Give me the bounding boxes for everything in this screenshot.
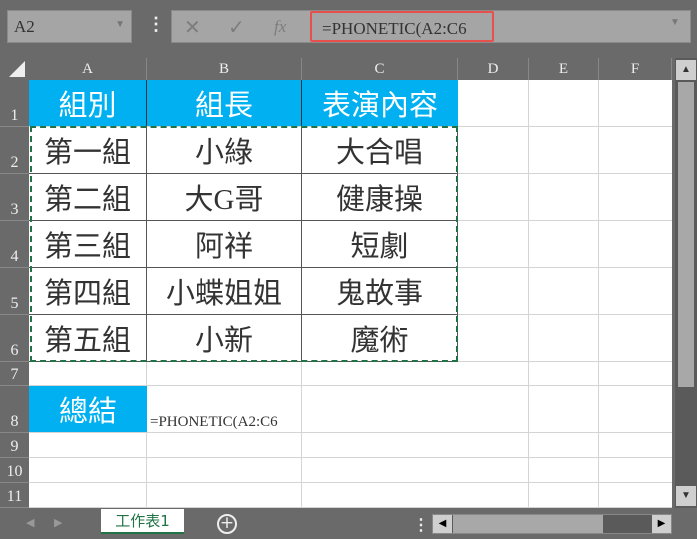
cell-b8[interactable]: =PHONETIC(A2:C6 [147, 386, 302, 433]
gridline [146, 361, 147, 508]
chevron-down-icon[interactable]: ▼ [115, 19, 125, 30]
column-e[interactable] [529, 80, 599, 508]
cell-a2[interactable]: 第一組 [29, 127, 147, 174]
scroll-left-icon[interactable]: ◀ [433, 515, 452, 533]
insert-function-icon[interactable]: fx [274, 17, 286, 37]
column-header-a[interactable]: A [29, 58, 147, 80]
cell-c6[interactable]: 魔術 [302, 315, 458, 362]
prev-sheet-icon[interactable]: ◀ [26, 516, 34, 529]
cell-b1[interactable]: 組長 [147, 80, 302, 127]
expand-formula-bar-icon[interactable]: ▼ [670, 17, 680, 28]
row-header-8[interactable]: 8 [0, 386, 29, 433]
cell-c1[interactable]: 表演內容 [302, 80, 458, 127]
cell-a1[interactable]: 組別 [29, 80, 147, 127]
more-options-icon[interactable]: ⋮ [147, 14, 165, 35]
cell-a4[interactable]: 第三組 [29, 221, 147, 268]
row-header-2[interactable]: 2 [0, 127, 29, 174]
scroll-up-icon[interactable]: ▲ [676, 60, 696, 80]
gridline [29, 482, 672, 483]
worksheet-grid[interactable]: 組別 組長 表演內容 第一組 小綠 大合唱 第二組 大G哥 健康操 第三組 阿祥… [29, 80, 672, 508]
row-header-9[interactable]: 9 [0, 433, 29, 458]
row-header-5[interactable]: 5 [0, 268, 29, 315]
add-sheet-button[interactable]: + [217, 514, 237, 534]
cell-b3[interactable]: 大G哥 [147, 174, 302, 221]
cancel-icon[interactable]: ✕ [184, 15, 201, 40]
formula-input[interactable]: =PHONETIC(A2:C6 [310, 11, 494, 42]
gridline [29, 457, 672, 458]
row-header-7[interactable]: 7 [0, 362, 29, 386]
cell-b2[interactable]: 小綠 [147, 127, 302, 174]
column-header-e[interactable]: E [529, 58, 599, 80]
row-header-6[interactable]: 6 [0, 315, 29, 362]
horizontal-scroll-thumb[interactable] [453, 515, 603, 533]
scroll-down-icon[interactable]: ▼ [676, 486, 696, 506]
gridline [301, 361, 302, 508]
cell-c4[interactable]: 短劇 [302, 221, 458, 268]
sheet-tab[interactable]: 工作表1 [101, 509, 184, 534]
row-header-10[interactable]: 10 [0, 458, 29, 483]
cell-b6[interactable]: 小新 [147, 315, 302, 362]
row-header-3[interactable]: 3 [0, 174, 29, 221]
cell-c5[interactable]: 鬼故事 [302, 268, 458, 315]
cell-b5[interactable]: 小蝶姐姐 [147, 268, 302, 315]
row-header-1[interactable]: 1 [0, 80, 29, 127]
column-d[interactable] [458, 80, 529, 508]
select-all-button[interactable] [0, 58, 29, 80]
scroll-right-icon[interactable]: ▶ [652, 515, 671, 533]
enter-icon[interactable]: ✓ [228, 15, 245, 40]
cell-b4[interactable]: 阿祥 [147, 221, 302, 268]
cell-a6[interactable]: 第五組 [29, 315, 147, 362]
column-header-f[interactable]: F [599, 58, 672, 80]
cell-a8[interactable]: 總結 [29, 386, 147, 433]
column-f[interactable] [599, 80, 672, 508]
column-header-c[interactable]: C [302, 58, 458, 80]
row-header-11[interactable]: 11 [0, 483, 29, 508]
name-box-value: A2 [14, 17, 35, 36]
cell-a5[interactable]: 第四組 [29, 268, 147, 315]
cell-c2[interactable]: 大合唱 [302, 127, 458, 174]
column-header-d[interactable]: D [458, 58, 529, 80]
next-sheet-icon[interactable]: ▶ [54, 516, 62, 529]
vertical-scroll-thumb[interactable] [678, 82, 694, 387]
cell-c3[interactable]: 健康操 [302, 174, 458, 221]
row-header-4[interactable]: 4 [0, 221, 29, 268]
more-options-icon[interactable]: ⋮ [413, 515, 429, 535]
column-header-b[interactable]: B [147, 58, 302, 80]
cell-a3[interactable]: 第二組 [29, 174, 147, 221]
name-box[interactable]: A2 ▼ [7, 10, 132, 43]
